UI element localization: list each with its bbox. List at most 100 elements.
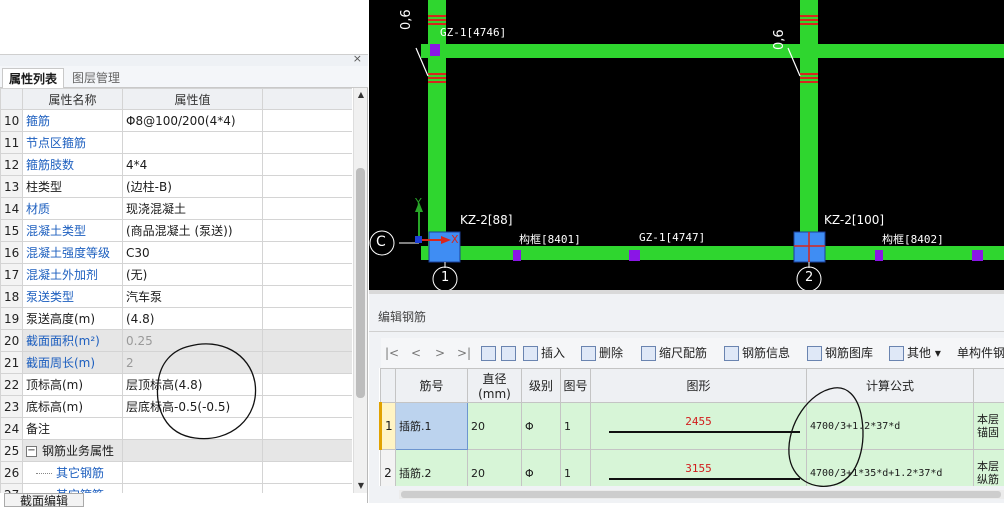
delete-button[interactable]: 删除: [581, 344, 623, 362]
property-value[interactable]: [123, 132, 263, 154]
property-row[interactable]: 13柱类型(边柱-B): [1, 176, 353, 198]
scale-rebar-button[interactable]: 缩尺配筋: [641, 344, 707, 362]
col-bar-no[interactable]: 筋号: [396, 369, 468, 403]
single-member-button[interactable]: 单构件钢: [957, 344, 1004, 362]
rebar-row-number[interactable]: 1: [381, 403, 396, 450]
nav-next-button[interactable]: >: [435, 344, 445, 362]
hscroll-thumb[interactable]: [401, 491, 1001, 498]
property-value[interactable]: 0.25: [123, 330, 263, 352]
property-row[interactable]: 25−钢筋业务属性: [1, 440, 353, 462]
tab-property-list[interactable]: 属性列表: [2, 68, 64, 89]
scroll-up-icon[interactable]: ▲: [354, 88, 368, 102]
rebar-figure-no[interactable]: 1: [561, 450, 591, 487]
rebar-row[interactable]: 1插筋.120Φ124554700/3+1.2*37*d本层锚固: [381, 403, 1004, 450]
col-formula[interactable]: 计算公式: [807, 369, 974, 403]
scroll-thumb[interactable]: [356, 168, 365, 398]
rebar-library-button[interactable]: 钢筋图库: [807, 344, 873, 362]
property-row[interactable]: 22顶标高(m)层顶标高(4.8): [1, 374, 353, 396]
rebar-description[interactable]: 本层纵筋: [974, 450, 1004, 487]
property-value[interactable]: 层顶标高(4.8): [123, 374, 263, 396]
rebar-shape[interactable]: 3155: [591, 450, 807, 487]
property-value[interactable]: (无): [123, 264, 263, 286]
property-row[interactable]: 11节点区箍筋: [1, 132, 353, 154]
nav-prev-button[interactable]: <: [411, 344, 421, 362]
property-name-label: 混凝土类型: [26, 224, 86, 238]
rebar-diameter[interactable]: 20: [468, 450, 522, 487]
rebar-diameter[interactable]: 20: [468, 403, 522, 450]
property-value[interactable]: Φ8@100/200(4*4): [123, 110, 263, 132]
property-value[interactable]: 层底标高-0.5(-0.5): [123, 396, 263, 418]
property-row[interactable]: 23底标高(m)层底标高-0.5(-0.5): [1, 396, 353, 418]
property-value[interactable]: 4*4: [123, 154, 263, 176]
col-figure-no[interactable]: 图号: [561, 369, 591, 403]
cad-drawing-view[interactable]: GZ-1[4746] 0,6 0,6 KZ-2[88] KZ-2[100] 构框…: [369, 0, 1004, 290]
nav-last-button[interactable]: >|: [457, 344, 471, 362]
property-value[interactable]: 汽车泵: [123, 286, 263, 308]
rebar-bar-name[interactable]: 插筋.1: [396, 403, 468, 450]
rebar-formula[interactable]: 4700/3+1*35*d+1.2*37*d: [807, 450, 974, 487]
property-value[interactable]: 现浇混凝土: [123, 198, 263, 220]
tab-layer-management[interactable]: 图层管理: [66, 68, 126, 88]
edit-rebar-title: 编辑钢筋: [378, 308, 426, 325]
property-row[interactable]: 17混凝土外加剂(无): [1, 264, 353, 286]
property-row[interactable]: 20截面面积(m²)0.25: [1, 330, 353, 352]
property-value[interactable]: (4.8): [123, 308, 263, 330]
col-description[interactable]: [974, 369, 1004, 403]
rebar-info-button[interactable]: 钢筋信息: [724, 344, 790, 362]
property-grid: 属性名称 属性值 10箍筋Φ8@100/200(4*4)11节点区箍筋12箍筋肢…: [0, 88, 352, 493]
property-name-label: 截面面积(m²): [26, 334, 100, 348]
rebar-hscrollbar[interactable]: [399, 490, 1004, 499]
property-value[interactable]: [123, 440, 263, 462]
header-property-name[interactable]: 属性名称: [23, 89, 123, 110]
property-value[interactable]: C30: [123, 242, 263, 264]
collapse-icon[interactable]: −: [26, 446, 37, 457]
other-button[interactable]: 其他 ▾: [889, 344, 941, 362]
rebar-shape[interactable]: 2455: [591, 403, 807, 450]
label-kz-left: KZ-2[88]: [460, 213, 512, 227]
col-diameter[interactable]: 直径(mm): [468, 369, 522, 403]
property-row[interactable]: 16混凝土强度等级C30: [1, 242, 353, 264]
section-edit-button[interactable]: 截面编辑: [4, 493, 84, 507]
property-row[interactable]: 26其它钢筋: [1, 462, 353, 484]
property-value[interactable]: [123, 418, 263, 440]
property-row[interactable]: 15混凝土类型(商品混凝土 (泵送)): [1, 220, 353, 242]
rebar-bar-line: [609, 431, 800, 433]
property-value[interactable]: [123, 484, 263, 494]
property-row[interactable]: 19泵送高度(m)(4.8): [1, 308, 353, 330]
rebar-description[interactable]: 本层锚固: [974, 403, 1004, 450]
property-row[interactable]: 10箍筋Φ8@100/200(4*4): [1, 110, 353, 132]
property-value[interactable]: (商品混凝土 (泵送)): [123, 220, 263, 242]
rebar-row[interactable]: 2插筋.220Φ131554700/3+1*35*d+1.2*37*d本层纵筋: [381, 450, 1004, 487]
scroll-down-icon[interactable]: ▼: [354, 479, 368, 493]
close-icon[interactable]: ×: [353, 52, 362, 65]
property-value[interactable]: (边柱-B): [123, 176, 263, 198]
property-row[interactable]: 24备注: [1, 418, 353, 440]
header-property-value[interactable]: 属性值: [123, 89, 263, 110]
rebar-formula[interactable]: 4700/3+1.2*37*d: [807, 403, 974, 450]
rebar-bar-name[interactable]: 插筋.2: [396, 450, 468, 487]
property-value[interactable]: [123, 462, 263, 484]
nav-first-button[interactable]: |<: [385, 344, 399, 362]
property-row[interactable]: 12箍筋肢数4*4: [1, 154, 353, 176]
rebar-figure-no[interactable]: 1: [561, 403, 591, 450]
rebar-grade[interactable]: Φ: [522, 403, 561, 450]
col-shape[interactable]: 图形: [591, 369, 807, 403]
move-down-icon[interactable]: [501, 344, 519, 362]
property-scrollbar[interactable]: ▲ ▼: [353, 88, 367, 493]
rebar-row-number[interactable]: 2: [381, 450, 396, 487]
property-value[interactable]: 2: [123, 352, 263, 374]
column-strip-left[interactable]: [428, 0, 446, 260]
rebar-length[interactable]: 3155: [591, 462, 806, 475]
rebar-length[interactable]: 2455: [591, 415, 806, 428]
move-up-icon[interactable]: [481, 344, 499, 362]
insert-button[interactable]: 插入: [523, 344, 565, 362]
rebar-grade[interactable]: Φ: [522, 450, 561, 487]
property-row[interactable]: 27其它箍筋: [1, 484, 353, 494]
column-strip-right[interactable]: [800, 0, 818, 260]
beam-top[interactable]: [421, 44, 1004, 58]
property-row[interactable]: 18泵送类型汽车泵: [1, 286, 353, 308]
property-row[interactable]: 14材质现浇混凝土: [1, 198, 353, 220]
beam-bottom[interactable]: [421, 246, 1004, 260]
col-grade[interactable]: 级别: [522, 369, 561, 403]
property-row[interactable]: 21截面周长(m)2: [1, 352, 353, 374]
